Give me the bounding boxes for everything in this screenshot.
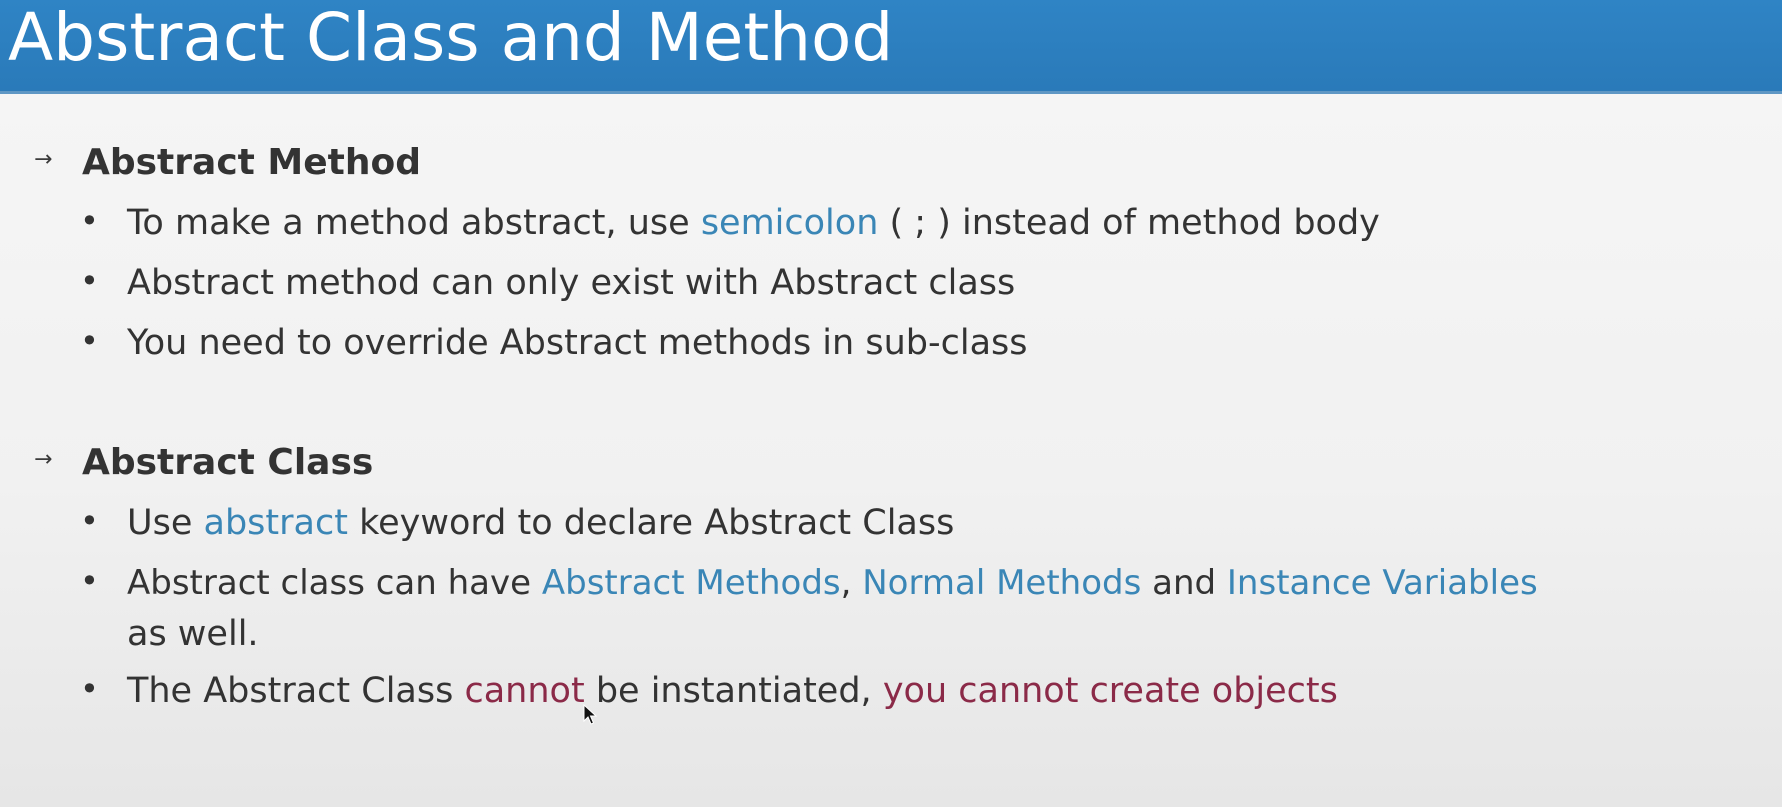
text-segment: ( ; ) instead of method body xyxy=(878,203,1380,243)
bullet-dot-icon: • xyxy=(80,670,99,708)
slide-title: Abstract Class and Method xyxy=(8,0,894,76)
bullet-text: Use abstract keyword to declare Abstract… xyxy=(127,501,1777,545)
arrow-right-icon: → xyxy=(34,447,53,472)
highlight-term: cannot xyxy=(464,671,585,711)
bullet-dot-icon: • xyxy=(80,202,99,240)
text-segment: be instantiated, xyxy=(584,671,883,711)
bullet-text: Abstract method can only exist with Abst… xyxy=(127,261,1777,305)
bullet-dot-icon: • xyxy=(80,322,99,360)
highlight-term: Instance Variables xyxy=(1226,563,1538,603)
text-segment: The Abstract Class xyxy=(127,671,465,711)
highlight-term: Normal Methods xyxy=(862,563,1142,603)
text-segment: You need to override Abstract methods in… xyxy=(127,323,1028,363)
bullet-text: The Abstract Class cannot be instantiate… xyxy=(127,669,1777,713)
bullet-text: You need to override Abstract methods in… xyxy=(127,321,1777,365)
text-segment: Abstract method can only exist with Abst… xyxy=(127,263,1016,303)
bullet-text: as well. xyxy=(127,614,259,654)
text-segment: keyword to declare Abstract Class xyxy=(347,503,955,543)
text-segment: Use xyxy=(127,503,204,543)
section-title: Abstract Method xyxy=(82,142,421,183)
bullet-text: To make a method abstract, use semicolon… xyxy=(127,201,1777,245)
title-bar: Abstract Class and Method xyxy=(0,0,1782,94)
text-segment: and xyxy=(1141,563,1227,603)
text-segment: To make a method abstract, use xyxy=(127,203,701,243)
highlight-term: abstract xyxy=(203,503,348,543)
text-segment: Abstract class can have xyxy=(127,563,542,603)
highlight-term: semicolon xyxy=(700,203,879,243)
highlight-term: you cannot create objects xyxy=(882,671,1338,711)
bullet-dot-icon: • xyxy=(80,502,99,540)
highlight-term: Abstract Methods xyxy=(541,563,841,603)
text-segment: , xyxy=(840,563,863,603)
bullet-dot-icon: • xyxy=(80,562,99,600)
section-title: Abstract Class xyxy=(82,442,374,483)
arrow-right-icon: → xyxy=(34,147,53,172)
bullet-text: Abstract class can have Abstract Methods… xyxy=(127,561,1777,605)
bullet-dot-icon: • xyxy=(80,262,99,300)
